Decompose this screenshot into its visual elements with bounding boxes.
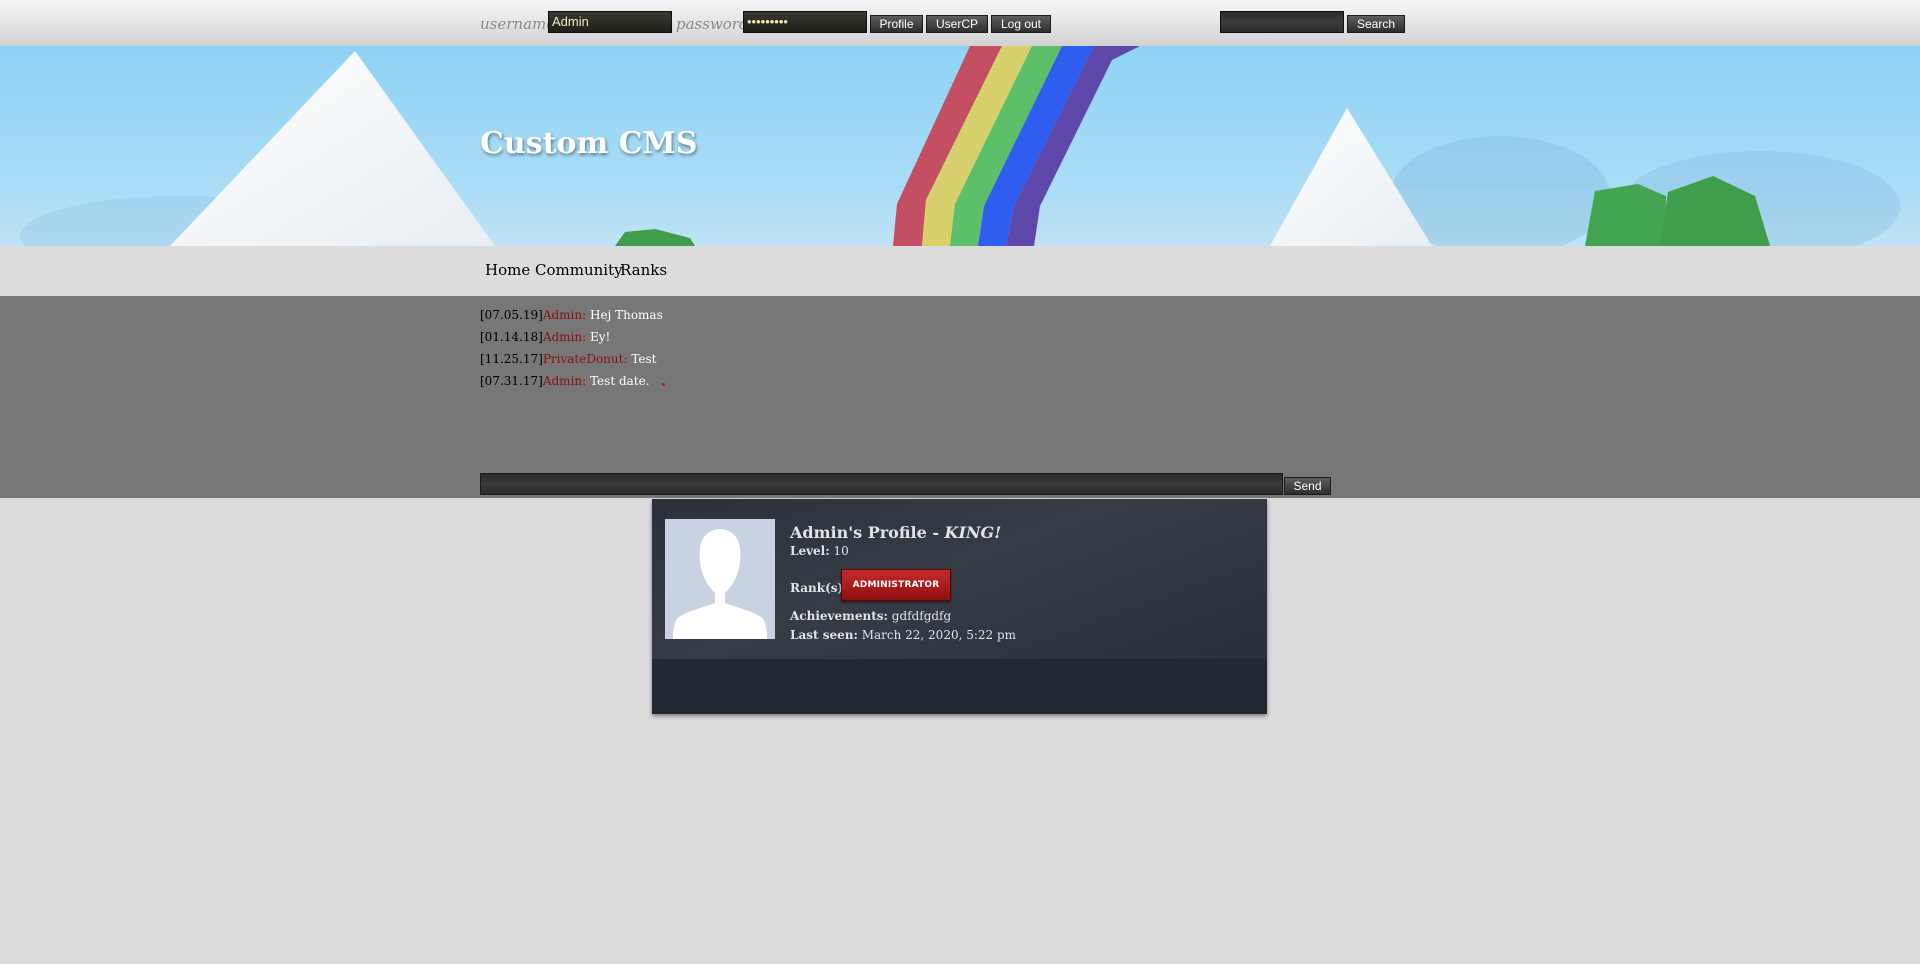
search-button[interactable]: Search [1347,15,1405,33]
profile-title: Admin's Profile - KING! [790,523,1001,542]
username-input[interactable]: Admin [548,11,672,33]
level-row: Level: 10 [790,544,849,558]
shout-user[interactable]: PrivateDonut: [543,352,628,366]
shoutbox: [07.05.19]Admin: Hej Thomas [01.14.18]Ad… [0,296,1920,498]
profile-title-tag: KING! [944,523,1002,542]
last-seen-value: March 22, 2020, 5:22 pm [861,628,1017,642]
search-input[interactable] [1220,11,1344,33]
shout-user[interactable]: Admin: [543,330,586,344]
shout-text: Hej Thomas [589,308,663,322]
avatar [665,519,775,639]
top-bar: username: Admin password: ••••••••• Prof… [0,0,1920,47]
password-input[interactable]: ••••••••• [743,11,867,33]
nav-item-community[interactable]: Community [535,261,623,279]
shout-message: [07.05.19]Admin: Hej Thomas [480,308,663,322]
shout-date: [07.31.17] [480,374,543,388]
profile-button[interactable]: Profile [870,15,923,33]
profile-card: Admin's Profile - KING! Level: 10 Rank(s… [652,499,1267,714]
nav-item-ranks[interactable]: Ranks [620,261,667,279]
shout-text: Ey! [589,330,611,344]
shout-user[interactable]: Admin: [543,308,586,322]
user-silhouette-icon [665,519,775,639]
achievements-label: Achievements: [790,609,888,623]
last-seen-label: Last seen: [790,628,858,642]
shout-input[interactable] [480,473,1283,495]
logout-button[interactable]: Log out [991,15,1051,33]
shout-user[interactable]: Admin: [543,374,586,388]
send-button[interactable]: Send [1284,477,1331,495]
login-bar: username: Admin password: ••••••••• Prof… [480,11,1480,35]
rank-badge-administrator: ADMINISTRATOR [841,569,951,601]
header-banner: Custom CMS [0,46,1920,246]
shout-message: [07.31.17]Admin: Test date. [480,374,650,388]
ranks-label: Rank(s): [790,581,848,595]
main-nav: Home Community Ranks [0,246,1920,296]
ranks-row: Rank(s): [790,581,848,595]
shout-date: [07.05.19] [480,308,543,322]
level-value: 10 [833,544,849,558]
profile-footer [652,659,1267,714]
red-dot-marker [662,383,665,386]
shout-text: Test [631,352,657,366]
shout-message: [01.14.18]Admin: Ey! [480,330,610,344]
profile-title-text: Admin's Profile - [790,523,945,542]
achievements-row: Achievements: gdfdfgdfg [790,609,951,623]
nav-item-home[interactable]: Home [485,261,530,279]
shout-date: [01.14.18] [480,330,543,344]
usercp-button[interactable]: UserCP [926,15,988,33]
site-title[interactable]: Custom CMS [480,126,697,161]
shout-message: [11.25.17]PrivateDonut: Test [480,352,656,366]
banner-illustration [20,46,1900,246]
password-label: password: [676,15,754,33]
shout-text: Test date. [589,374,650,388]
last-seen-row: Last seen: March 22, 2020, 5:22 pm [790,628,1016,642]
achievements-value: gdfdfgdfg [891,609,952,623]
shout-date: [11.25.17] [480,352,543,366]
level-label: Level: [790,544,830,558]
